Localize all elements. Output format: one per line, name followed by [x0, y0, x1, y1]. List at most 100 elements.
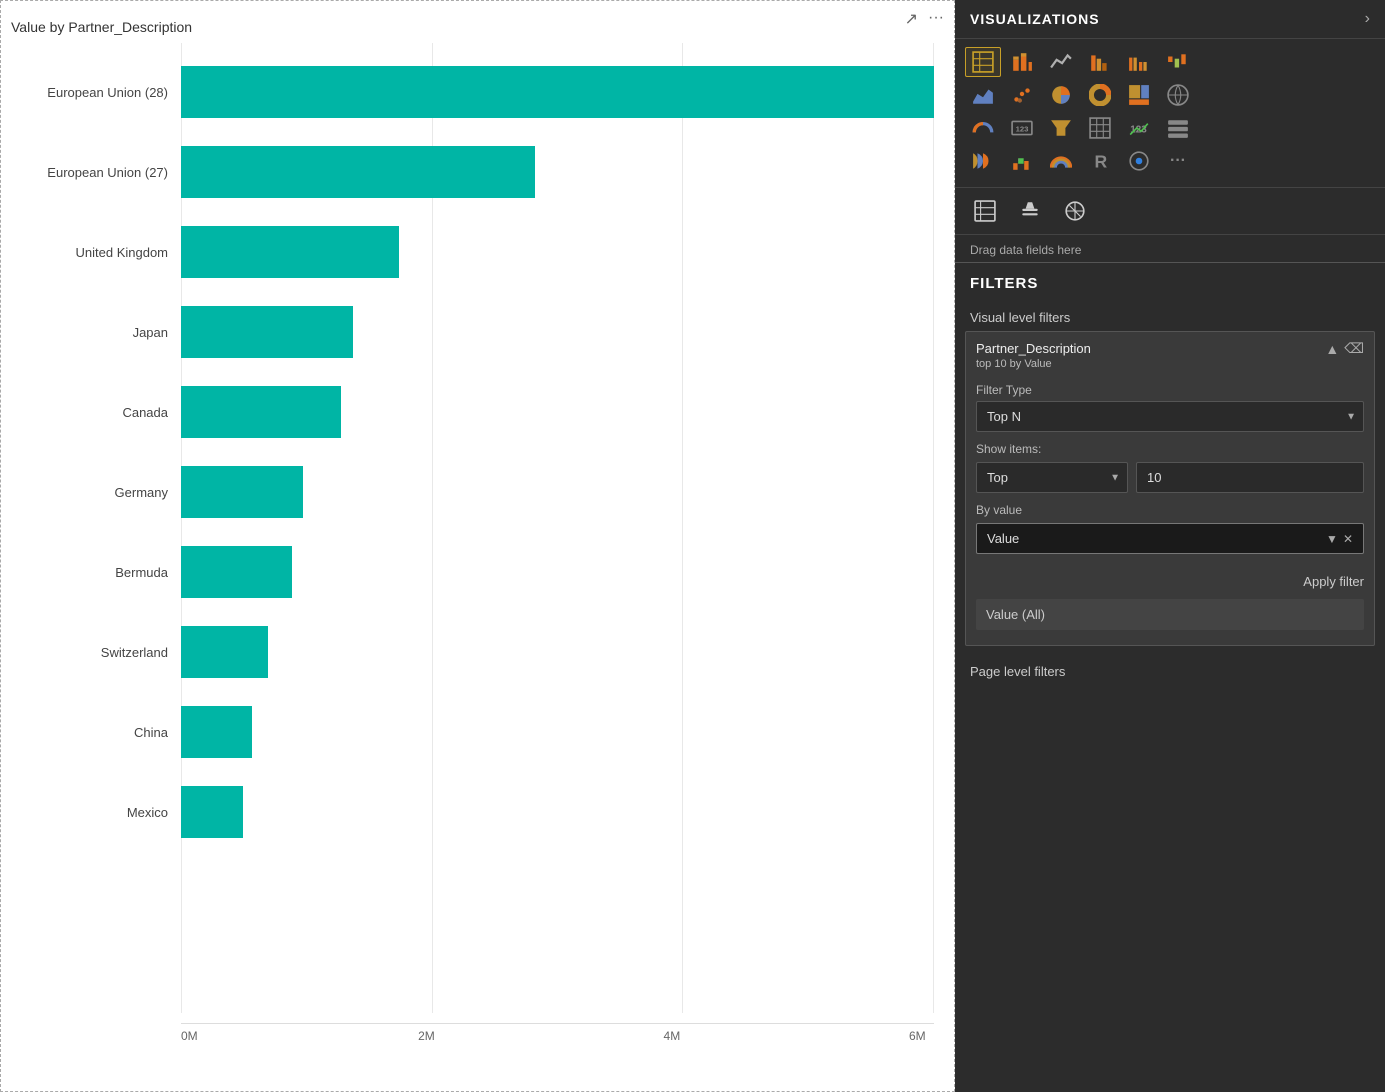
- filter-collapse-icon[interactable]: ▲: [1325, 341, 1339, 357]
- svg-text:R: R: [1095, 152, 1108, 172]
- viz-icon-globe[interactable]: [1121, 146, 1157, 176]
- bar-fill: [181, 306, 353, 358]
- by-value-text: Value: [987, 531, 1019, 546]
- bar-fill: [181, 386, 341, 438]
- viz-icon-scatter[interactable]: [1004, 80, 1040, 110]
- bar-row: United Kingdom: [181, 213, 934, 291]
- bar-row: European Union (27): [181, 133, 934, 211]
- bar-track[interactable]: [181, 66, 934, 118]
- viz-icon-row-1: [965, 47, 1375, 77]
- filter-card-title: Partner_Description: [976, 340, 1091, 358]
- by-value-label: By value: [976, 503, 1364, 517]
- viz-icon-slicer[interactable]: [1160, 113, 1196, 143]
- viz-icon-card[interactable]: 123: [1004, 113, 1040, 143]
- viz-icon-waterfall2[interactable]: [1004, 146, 1040, 176]
- filter-eraser-icon[interactable]: ⌫: [1344, 340, 1364, 357]
- bar-row: Japan: [181, 293, 934, 371]
- viz-icon-row-4: R ···: [965, 146, 1375, 176]
- bar-track[interactable]: [181, 706, 934, 758]
- filter-card-subtitle: top 10 by Value: [976, 358, 1091, 370]
- viz-icon-bar-clustered[interactable]: [1121, 47, 1157, 77]
- fields-icon[interactable]: [965, 193, 1005, 229]
- filter-card-header[interactable]: Partner_Description top 10 by Value ▲ ⌫: [966, 332, 1374, 378]
- by-value-row: Value ▼ ✕: [976, 523, 1364, 554]
- viz-icon-map[interactable]: [1160, 80, 1196, 110]
- by-value-chevron-icon[interactable]: ▼: [1326, 532, 1338, 546]
- viz-icon-rainbow[interactable]: [1043, 146, 1079, 176]
- by-value-field[interactable]: Value ▼ ✕: [976, 523, 1364, 554]
- bar-track[interactable]: [181, 146, 934, 198]
- expand-chart-icon[interactable]: ↗: [905, 9, 918, 29]
- viz-icon-row-2: [965, 80, 1375, 110]
- bar-label: China: [6, 725, 176, 740]
- filter-card: Partner_Description top 10 by Value ▲ ⌫ …: [965, 331, 1375, 646]
- viz-icon-r[interactable]: R: [1082, 146, 1118, 176]
- visual-level-label: Visual level filters: [955, 304, 1385, 331]
- bar-track[interactable]: [181, 786, 934, 838]
- viz-icon-treemap[interactable]: [1121, 80, 1157, 110]
- viz-icon-donut[interactable]: [1082, 80, 1118, 110]
- svg-text:123: 123: [1016, 124, 1029, 133]
- show-items-label: Show items:: [976, 442, 1364, 456]
- x-tick: 0M: [181, 1029, 198, 1043]
- analytics-icon[interactable]: [1055, 193, 1095, 229]
- viz-icon-waterfall[interactable]: [1160, 47, 1196, 77]
- expand-panel-icon[interactable]: ›: [1365, 10, 1370, 28]
- by-value-field-icons: ▼ ✕: [1326, 532, 1353, 546]
- drag-fields-text: Drag data fields here: [970, 243, 1081, 257]
- chart-title-icons: ↗ ···: [905, 9, 944, 29]
- bar-track[interactable]: [181, 386, 934, 438]
- show-items-direction-wrapper: Top Bottom ▼: [976, 462, 1128, 493]
- bar-label: Switzerland: [6, 645, 176, 660]
- bar-track[interactable]: [181, 626, 934, 678]
- filters-section: FILTERS Visual level filters Partner_Des…: [955, 263, 1385, 1092]
- filter-card-body: Filter Type Top N ▼ Show items: Top Bott…: [966, 378, 1374, 645]
- show-items-row: Top Bottom ▼: [976, 462, 1364, 493]
- viz-icon-area[interactable]: [965, 80, 1001, 110]
- filter-type-select[interactable]: Top N: [976, 401, 1364, 432]
- viz-icon-bar-stacked[interactable]: [1004, 47, 1040, 77]
- bar-row: Germany: [181, 453, 934, 531]
- visualizations-title: VISUALIZATIONS: [970, 11, 1100, 27]
- bar-label: Germany: [6, 485, 176, 500]
- bar-track[interactable]: [181, 226, 934, 278]
- bar-row: European Union (28): [181, 53, 934, 131]
- bar-fill: [181, 626, 268, 678]
- x-tick: 4M: [664, 1029, 681, 1043]
- viz-icon-gauge[interactable]: [965, 113, 1001, 143]
- bar-label: United Kingdom: [6, 245, 176, 260]
- format-icon[interactable]: [1010, 193, 1050, 229]
- bar-label: European Union (27): [6, 165, 176, 180]
- x-tick: 6M: [909, 1029, 926, 1043]
- bar-row: Switzerland: [181, 613, 934, 691]
- viz-icon-table[interactable]: [965, 47, 1001, 77]
- bar-track[interactable]: [181, 546, 934, 598]
- bar-fill: [181, 786, 243, 838]
- bar-label: European Union (28): [6, 85, 176, 100]
- viz-icon-more[interactable]: ···: [1160, 146, 1196, 176]
- bar-track[interactable]: [181, 466, 934, 518]
- filter-type-select-wrapper: Top N ▼: [976, 401, 1364, 432]
- viz-icon-matrix[interactable]: [1082, 113, 1118, 143]
- viz-icon-kpi[interactable]: 123: [1121, 113, 1157, 143]
- more-options-icon[interactable]: ···: [928, 9, 944, 29]
- viz-icon-funnel[interactable]: [1043, 113, 1079, 143]
- viz-icon-bar-grouped[interactable]: [1082, 47, 1118, 77]
- bar-label: Japan: [6, 325, 176, 340]
- value-all-row: Value (All): [976, 599, 1364, 630]
- apply-filter-button[interactable]: Apply filter: [976, 564, 1364, 599]
- viz-icon-ribbon[interactable]: [965, 146, 1001, 176]
- viz-header: VISUALIZATIONS ›: [955, 0, 1385, 39]
- bar-label: Canada: [6, 405, 176, 420]
- x-axis: 0M2M4M6M: [181, 1023, 934, 1043]
- bar-track[interactable]: [181, 306, 934, 358]
- viz-icon-line[interactable]: [1043, 47, 1079, 77]
- show-items-count-input[interactable]: [1136, 462, 1364, 493]
- viz-icons-grid: 123 123: [955, 39, 1385, 188]
- by-value-clear-icon[interactable]: ✕: [1343, 532, 1353, 546]
- viz-icon-pie[interactable]: [1043, 80, 1079, 110]
- drag-area: Drag data fields here: [955, 235, 1385, 263]
- bar-fill: [181, 146, 535, 198]
- apply-filter-wrapper: Apply filter: [976, 564, 1364, 599]
- show-items-direction-select[interactable]: Top Bottom: [976, 462, 1128, 493]
